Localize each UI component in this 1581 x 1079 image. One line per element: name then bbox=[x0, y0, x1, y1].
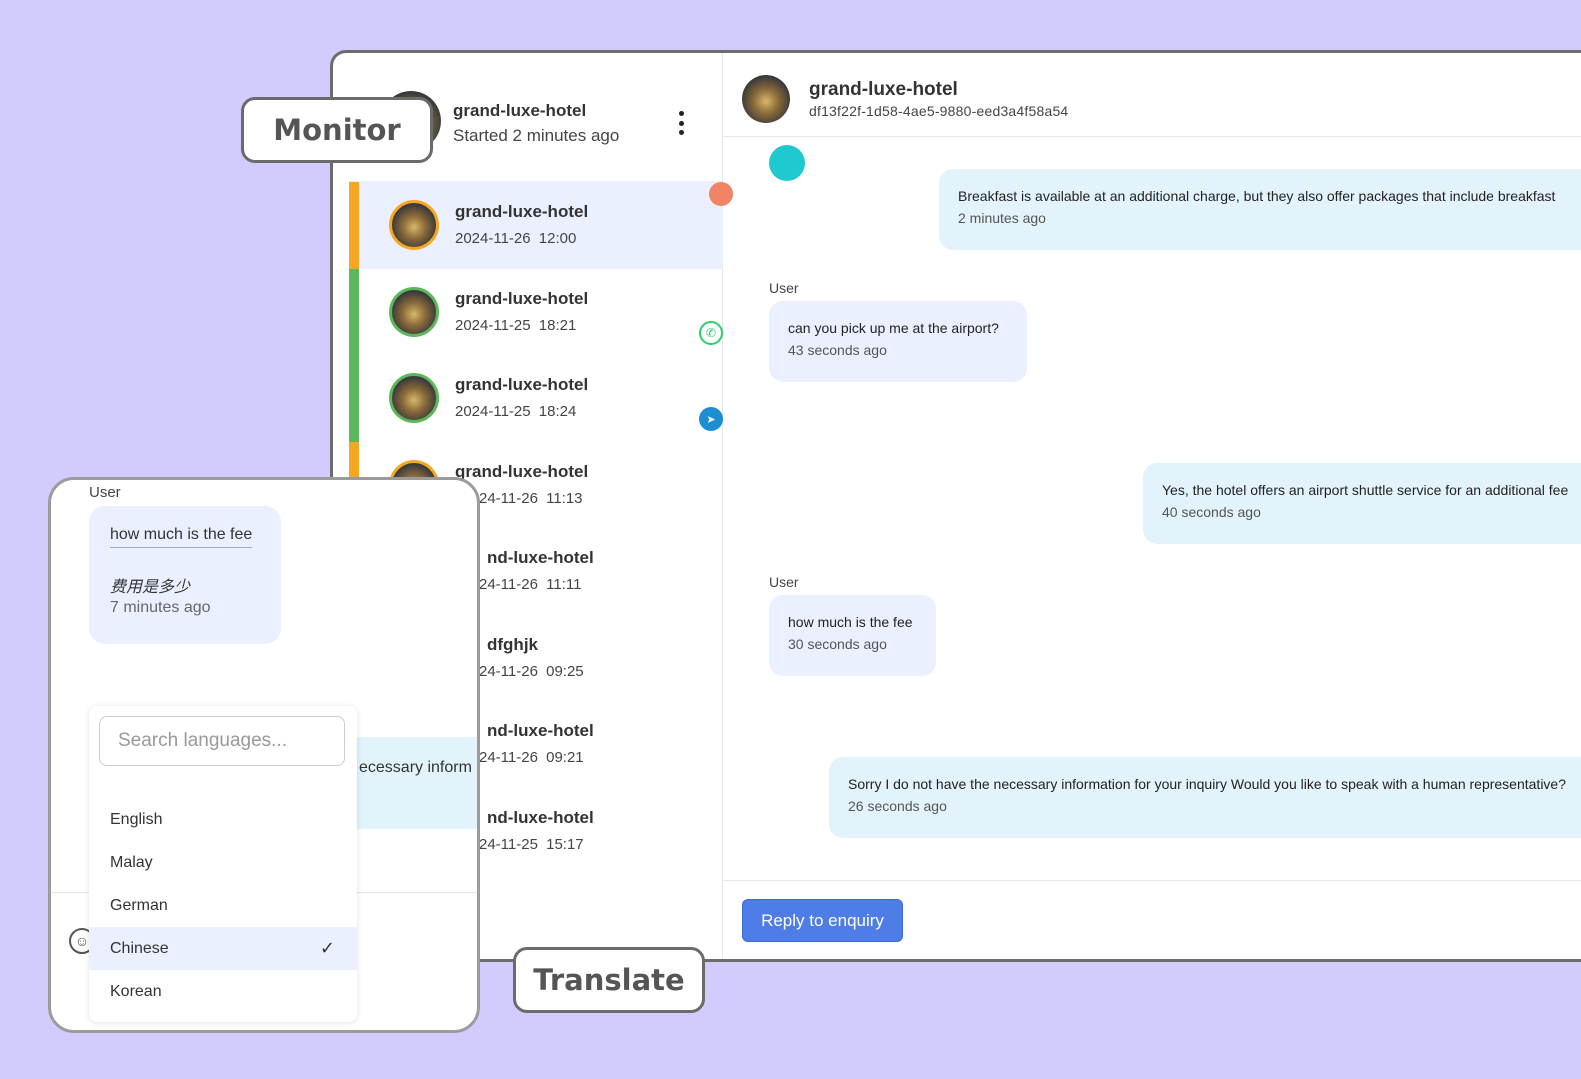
chat-title: grand-luxe-hotel bbox=[809, 79, 958, 100]
language-label: Korean bbox=[110, 983, 162, 1000]
unread-dot-icon bbox=[709, 182, 733, 206]
bot-status-icon bbox=[769, 145, 805, 181]
message-time: 40 seconds ago bbox=[1162, 504, 1261, 521]
message-text: Yes, the hotel offers an airport shuttle… bbox=[1162, 482, 1569, 498]
conversation-avatar bbox=[389, 286, 439, 337]
message-text: Breakfast is available at an additional … bbox=[958, 188, 1556, 204]
conversation-title: nd-luxe-hotel bbox=[487, 548, 594, 567]
message-time: 2 minutes ago bbox=[958, 210, 1046, 227]
translate-panel: User how much is the fee 费用是多少 7 minutes… bbox=[48, 477, 480, 1033]
message-time: 30 seconds ago bbox=[788, 636, 887, 653]
conversation-title: nd-luxe-hotel bbox=[487, 721, 594, 740]
conversation-title: grand-luxe-hotel bbox=[455, 202, 589, 221]
conversation-time: 2024-11-26 12:00 bbox=[455, 230, 577, 247]
message-text: how much is the fee bbox=[788, 614, 913, 630]
conversation-title: dfghjk bbox=[487, 634, 538, 654]
sender-label: User bbox=[89, 484, 121, 501]
telegram-icon: ➤ bbox=[699, 407, 723, 431]
language-option-malay[interactable]: Malay bbox=[89, 841, 357, 884]
conversation-time: 2024-11-25 18:24 bbox=[455, 403, 577, 420]
language-label: English bbox=[110, 811, 163, 828]
conversation-time: 24-11-26 11:13 bbox=[479, 489, 583, 507]
bot-message: Breakfast is available at an additional … bbox=[939, 169, 1581, 250]
language-label: German bbox=[110, 897, 168, 914]
monitor-title: grand-luxe-hotel bbox=[453, 101, 587, 120]
partial-bot-message: ecessary inform bbox=[341, 737, 477, 829]
conversation-time: 24-11-26 09:21 bbox=[479, 749, 584, 766]
search-languages-input[interactable] bbox=[99, 716, 345, 766]
message-text[interactable]: how much is the fee bbox=[110, 526, 253, 548]
bot-message: Yes, the hotel offers an airport shuttle… bbox=[1143, 463, 1581, 544]
message-time: 43 seconds ago bbox=[788, 342, 887, 359]
conversation-title: nd-luxe-hotel bbox=[487, 807, 594, 827]
language-option-german[interactable]: German bbox=[89, 884, 357, 927]
conversation-item[interactable]: grand-luxe-hotel 2024-11-26 12:00 bbox=[349, 182, 733, 269]
user-message: how much is the fee 30 seconds ago bbox=[769, 595, 936, 676]
whatsapp-icon: ✆ bbox=[699, 320, 723, 345]
language-list: English Malay German Chinese ✓ Korean bbox=[89, 798, 357, 1013]
conversation-time: 2024-11-25 18:21 bbox=[455, 316, 577, 334]
conversation-time: 24-11-26 11:11 bbox=[479, 576, 582, 593]
user-message: how much is the fee 费用是多少 7 minutes ago bbox=[89, 506, 281, 644]
language-label: Chinese bbox=[110, 940, 169, 957]
chat-header: grand-luxe-hotel df13f22f-1d58-4ae5-9880… bbox=[724, 53, 1581, 137]
language-option-korean[interactable]: Korean bbox=[89, 970, 357, 1013]
language-option-chinese[interactable]: Chinese ✓ bbox=[89, 927, 357, 970]
conversation-time: 24-11-26 09:25 bbox=[479, 662, 584, 680]
monitor-subtitle: Started 2 minutes ago bbox=[453, 126, 620, 145]
conversation-title: grand-luxe-hotel bbox=[455, 288, 589, 308]
more-options-icon[interactable] bbox=[671, 109, 691, 137]
conversation-time: 24-11-25 15:17 bbox=[479, 835, 584, 853]
monitor-callout: Monitor bbox=[241, 97, 433, 163]
language-label: Malay bbox=[110, 854, 153, 871]
language-dropdown: English Malay German Chinese ✓ Korean bbox=[89, 706, 357, 1022]
reply-bar: Reply to enquiry bbox=[724, 880, 1581, 959]
conversation-title: grand-luxe-hotel bbox=[455, 375, 589, 394]
user-message: can you pick up me at the airport? 43 se… bbox=[769, 301, 1027, 382]
app-window: grand-luxe-hotel Started 2 minutes ago g… bbox=[330, 50, 1581, 962]
message-text: Sorry I do not have the necessary inform… bbox=[848, 776, 1567, 792]
translate-callout: Translate bbox=[513, 947, 705, 1013]
message-text: can you pick up me at the airport? bbox=[788, 320, 999, 336]
translated-text: 费用是多少 bbox=[110, 579, 191, 596]
conversation-title: grand-luxe-hotel bbox=[455, 461, 589, 481]
chat-session-id: df13f22f-1d58-4ae5-9880-eed3a4f58a54 bbox=[809, 103, 1069, 119]
sender-label: User bbox=[769, 280, 799, 296]
language-option-english[interactable]: English bbox=[89, 798, 357, 841]
reply-to-enquiry-button[interactable]: Reply to enquiry bbox=[742, 899, 903, 942]
conversation-avatar bbox=[389, 373, 439, 423]
sender-label: User bbox=[769, 574, 799, 590]
message-time: 7 minutes ago bbox=[110, 599, 211, 616]
conversation-item[interactable]: grand-luxe-hotel 2024-11-25 18:21 ✆ bbox=[349, 268, 723, 355]
message-time: 26 seconds ago bbox=[848, 798, 947, 815]
conversation-avatar bbox=[389, 200, 439, 250]
check-icon: ✓ bbox=[319, 938, 335, 958]
chat-avatar bbox=[742, 75, 790, 123]
conversation-item[interactable]: grand-luxe-hotel 2024-11-25 18:24 ➤ bbox=[349, 355, 723, 442]
bot-message: Sorry I do not have the necessary inform… bbox=[829, 757, 1581, 838]
